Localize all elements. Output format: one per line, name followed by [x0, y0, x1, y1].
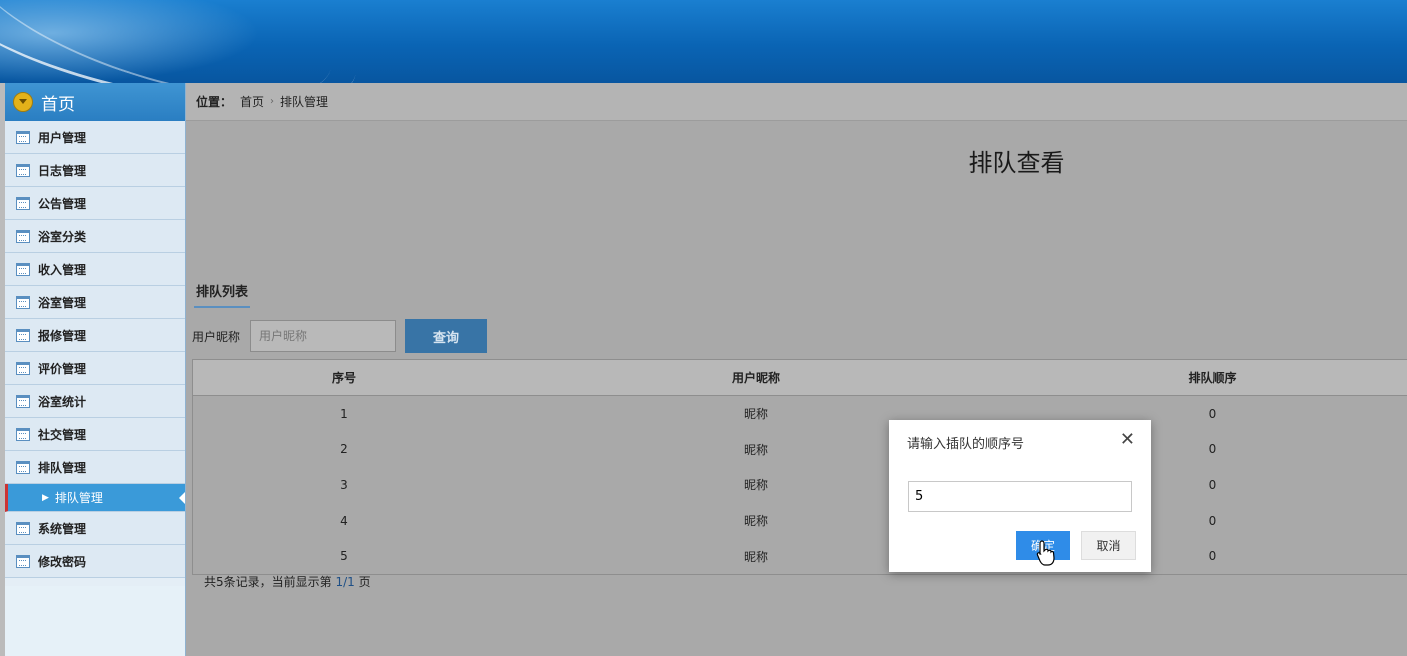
calendar-icon — [16, 163, 30, 177]
cell-index: 3 — [340, 477, 348, 492]
sidebar-item-label: 收入管理 — [38, 262, 87, 277]
calendar-icon — [16, 361, 30, 375]
chevron-down-circle-icon — [13, 92, 33, 112]
top-banner — [0, 0, 1407, 83]
cancel-button[interactable]: 取消 — [1081, 531, 1136, 560]
sidebar-item[interactable]: 浴室管理 — [5, 286, 185, 319]
sidebar-subitem-label: 排队管理 — [54, 491, 103, 505]
sidebar-item-label: 浴室管理 — [38, 295, 87, 310]
sidebar-item-label: 日志管理 — [38, 163, 87, 178]
tab-queue-list[interactable]: 排队列表 — [194, 279, 251, 308]
sidebar-item-label: 系统管理 — [38, 521, 87, 536]
close-icon[interactable]: ✕ — [1120, 431, 1135, 449]
sidebar-item[interactable]: 收入管理 — [5, 253, 185, 286]
sidebar-item[interactable]: 日志管理 — [5, 154, 185, 187]
breadcrumb-home-link[interactable]: 首页 — [240, 93, 264, 110]
sidebar-item[interactable]: 用户管理 — [5, 121, 185, 154]
calendar-icon — [16, 130, 30, 144]
table-row: 5 昵称 0 — [193, 538, 1407, 574]
calendar-icon — [16, 427, 30, 441]
sidebar-item-label: 报修管理 — [38, 328, 87, 343]
search-bar: 用户昵称 查询 — [192, 319, 488, 353]
breadcrumb-current: 排队管理 — [280, 95, 329, 109]
query-button[interactable]: 查询 — [405, 319, 488, 353]
sidebar-menu: 用户管理 日志管理 公告管理 浴室分类 收入管理 浴室管理 报修管理 评价管理 … — [5, 121, 185, 578]
insert-queue-dialog: 请输入插队的顺序号 ✕ 确定 取消 — [889, 420, 1151, 572]
pagination-summary: 共5条记录，当前显示第 1/1 页 — [204, 573, 371, 590]
sidebar-item[interactable]: 系统管理 — [5, 512, 185, 545]
sidebar-item-label: 评价管理 — [38, 361, 87, 376]
breadcrumb-label: 位置： — [196, 95, 233, 109]
sidebar-item[interactable]: 浴室统计 — [5, 385, 185, 418]
caret-right-icon: ▶ — [42, 492, 49, 503]
calendar-icon — [16, 196, 30, 210]
sidebar-item-label: 修改密码 — [38, 554, 87, 569]
sidebar-item[interactable]: 报修管理 — [5, 319, 185, 352]
table-row: 1 昵称 0 — [193, 396, 1407, 432]
calendar-icon — [16, 394, 30, 408]
search-label: 用户昵称 — [192, 329, 241, 344]
table-row: 2 昵称 0 — [193, 432, 1407, 468]
sidebar-home-label: 首页 — [41, 94, 75, 115]
nickname-search-input[interactable] — [250, 320, 397, 352]
pagination-suffix: 页 — [354, 575, 371, 589]
sidebar-item[interactable]: 浴室分类 — [5, 220, 185, 253]
cell-index: 1 — [340, 406, 348, 421]
calendar-icon — [16, 460, 30, 474]
sidebar-item[interactable]: 公告管理 — [5, 187, 185, 220]
sidebar-home[interactable]: 首页 — [5, 83, 185, 121]
sidebar-subitem-queue-manage[interactable]: ▶ 排队管理 — [5, 484, 185, 512]
pagination-prefix: 共5条记录，当前显示第 — [204, 575, 336, 589]
cell-index: 5 — [340, 549, 348, 564]
sidebar-item-label: 用户管理 — [38, 130, 87, 145]
sidebar-footer-area — [5, 586, 185, 656]
sidebar-item[interactable]: 评价管理 — [5, 352, 185, 385]
column-header-order: 排队顺序 — [1017, 360, 1407, 396]
calendar-icon — [16, 328, 30, 342]
sidebar-item[interactable]: 社交管理 — [5, 418, 185, 451]
sidebar-item-label: 浴室统计 — [38, 394, 87, 409]
sidebar: 首页 用户管理 日志管理 公告管理 浴室分类 收入管理 浴室管理 报修管理 评价… — [5, 83, 186, 656]
cell-index: 2 — [340, 442, 348, 457]
main-content: 位置： 首页 › 排队管理 排队查看 排队列表 用户昵称 查询 序号 用户昵称 … — [186, 83, 1407, 656]
queue-table: 序号 用户昵称 排队顺序 1 昵称 0 2 昵称 0 3 昵称 0 4 昵称 0… — [192, 359, 1407, 575]
table-row: 4 昵称 0 — [193, 503, 1407, 539]
breadcrumb: 位置： 首页 › 排队管理 — [186, 83, 1407, 121]
cell-index: 4 — [340, 513, 348, 528]
sidebar-item-label: 排队管理 — [38, 460, 87, 475]
calendar-icon — [16, 229, 30, 243]
breadcrumb-separator-icon: › — [270, 96, 275, 107]
table-row: 3 昵称 0 — [193, 467, 1407, 503]
calendar-icon — [16, 554, 30, 568]
dialog-title: 请输入插队的顺序号 — [907, 437, 1025, 452]
sidebar-item-queue[interactable]: 排队管理 — [5, 451, 185, 484]
sidebar-item-label: 公告管理 — [38, 196, 87, 211]
sidebar-item-label: 社交管理 — [38, 427, 87, 442]
calendar-icon — [16, 521, 30, 535]
table-header-row: 序号 用户昵称 排队顺序 — [193, 360, 1407, 396]
column-header-index: 序号 — [193, 360, 495, 396]
queue-order-input[interactable] — [908, 481, 1132, 512]
calendar-icon — [16, 295, 30, 309]
calendar-icon — [16, 262, 30, 276]
page-title: 排队查看 — [968, 149, 1065, 177]
pagination-page[interactable]: 1/1 — [335, 575, 354, 589]
hand-cursor-icon — [1036, 540, 1055, 566]
sidebar-item[interactable]: 修改密码 — [5, 545, 185, 578]
sidebar-item-label: 浴室分类 — [38, 229, 87, 244]
column-header-nickname: 用户昵称 — [495, 360, 1017, 396]
